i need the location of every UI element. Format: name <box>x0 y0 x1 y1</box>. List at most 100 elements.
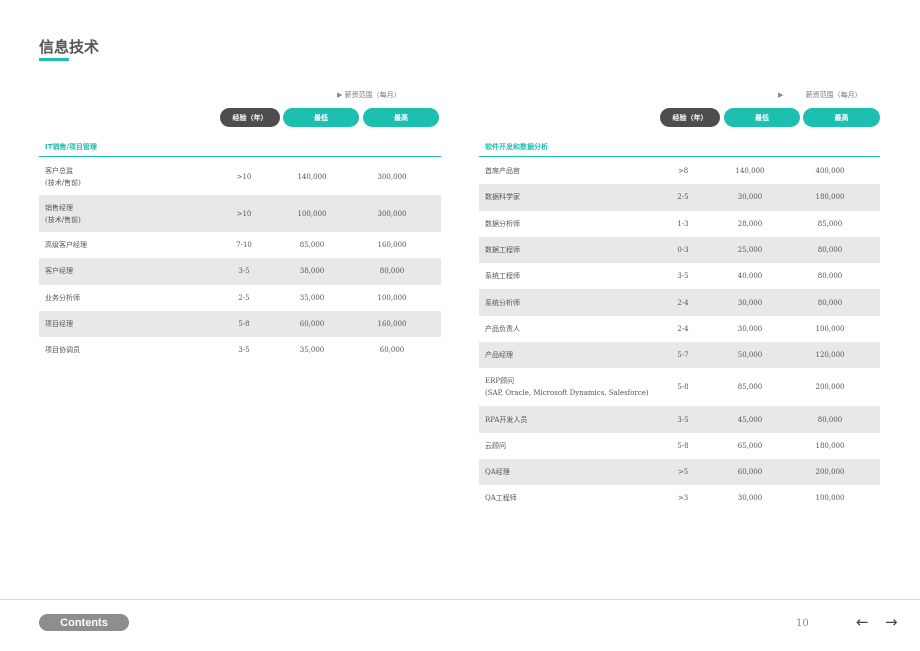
max-salary: 200,000 <box>815 383 845 392</box>
job-title: 数据工程师 <box>485 246 520 255</box>
page-number: 10 <box>796 618 809 629</box>
table-row: 首席产品官 >8 140,000 400,000 <box>479 158 880 184</box>
max-salary: 80,000 <box>817 298 843 307</box>
arrow-left-icon[interactable]: ← <box>856 614 869 631</box>
triangle-right-icon: ▶ <box>778 91 784 99</box>
max-salary: 85,000 <box>817 219 843 228</box>
table-row: RPA开发人员 3-5 45,000 80,000 <box>479 406 880 433</box>
experience-value: >10 <box>236 209 252 218</box>
max-salary: 80,000 <box>817 272 843 281</box>
table-row: 云顾问 5-8 65,000 180,000 <box>479 433 880 459</box>
triangle-right-icon: ▶ <box>337 91 343 99</box>
salary-range-note: ▶ 薪资范围（每月） <box>778 90 862 100</box>
min-salary: 30,000 <box>737 324 763 333</box>
table-body: 首席产品官 >8 140,000 400,000 数据科学家 2-5 30,000 180,0… <box>479 158 880 512</box>
job-title: 销售经理 (技术/售前) <box>45 203 81 224</box>
table-row: 数据科学家 2-5 30,000 180,000 <box>479 184 880 211</box>
experience-value: 7-10 <box>236 241 252 250</box>
experience-value: 5-8 <box>238 320 250 329</box>
max-salary: 80,000 <box>817 246 843 255</box>
min-salary: 50,000 <box>737 351 763 360</box>
min-salary: 140,000 <box>297 172 327 181</box>
max-header: 最高 <box>363 108 439 127</box>
job-title: 系统工程师 <box>485 272 520 281</box>
min-salary: 35,000 <box>299 346 325 355</box>
experience-value: 2-5 <box>677 193 689 202</box>
experience-value: >3 <box>677 494 689 503</box>
salary-range-note: ▶ 薪资范围（每月） <box>337 90 401 100</box>
footer-divider <box>0 599 920 600</box>
experience-value: 2-4 <box>677 298 689 307</box>
max-salary: 300,000 <box>377 209 407 218</box>
min-salary: 65,000 <box>737 441 763 450</box>
job-title: 产品经理 <box>485 351 513 360</box>
experience-value: 2-5 <box>238 293 250 302</box>
max-salary: 120,000 <box>815 351 845 360</box>
min-salary: 60,000 <box>737 468 763 477</box>
table-row: 客户总监 (技术/售前) >10 140,000 300,000 <box>39 158 441 195</box>
table-row: QA工程师 >3 30,000 100,000 <box>479 485 880 511</box>
min-salary: 40,000 <box>737 272 763 281</box>
experience-header: 经验（年） <box>220 108 280 127</box>
min-salary: 85,000 <box>737 383 763 392</box>
table-row: 数据分析师 1-3 28,000 85,000 <box>479 211 880 237</box>
min-salary: 60,000 <box>299 320 325 329</box>
min-salary: 28,000 <box>737 219 763 228</box>
max-salary: 300,000 <box>377 172 407 181</box>
contents-button[interactable]: Contents <box>39 614 129 631</box>
arrow-right-icon[interactable]: → <box>885 614 898 631</box>
experience-value: 0-3 <box>677 246 689 255</box>
min-salary: 30,000 <box>737 298 763 307</box>
max-salary: 200,000 <box>815 468 845 477</box>
min-salary: 35,000 <box>299 293 325 302</box>
job-title: 客户总监 (技术/售前) <box>45 166 81 187</box>
table-row: 产品负责人 2-4 30,000 100,000 <box>479 316 880 342</box>
min-header: 最低 <box>724 108 800 127</box>
job-title: QA经理 <box>485 468 510 477</box>
table-row: 销售经理 (技术/售前) >10 100,000 300,000 <box>39 195 441 232</box>
table-body: 客户总监 (技术/售前) >10 140,000 300,000 销售经理 (技术/售前) >… <box>39 158 441 363</box>
experience-value: >5 <box>677 468 689 477</box>
experience-value: 2-4 <box>677 324 689 333</box>
experience-value: 3-5 <box>238 346 250 355</box>
min-salary: 45,000 <box>737 415 763 424</box>
min-salary: 25,000 <box>737 246 763 255</box>
experience-value: >8 <box>677 167 689 176</box>
table-row: 高级客户经理 7-10 85,000 160,000 <box>39 232 441 258</box>
section-title: 软件开发和数据分析 <box>485 143 548 151</box>
table-row: 项目协调员 3-5 35,000 60,000 <box>39 337 441 363</box>
experience-value: 3-5 <box>238 267 250 276</box>
job-title: QA工程师 <box>485 494 517 503</box>
max-salary: 100,000 <box>815 324 845 333</box>
max-salary: 160,000 <box>377 241 407 250</box>
table-row: ERP顾问 (SAP, Oracle, Microsoft Dynamics, S… <box>479 368 880 406</box>
max-salary: 60,000 <box>379 346 405 355</box>
min-header: 最低 <box>283 108 359 127</box>
job-title: 系统分析师 <box>485 298 520 307</box>
job-title: 客户经理 <box>45 267 73 276</box>
table-row: 系统分析师 2-4 30,000 80,000 <box>479 289 880 316</box>
title-underline <box>39 58 69 61</box>
salary-range-label: 薪资范围（每月） <box>344 91 401 99</box>
job-title: ERP顾问 (SAP, Oracle, Microsoft Dynamics, S… <box>485 377 649 398</box>
job-title: 项目经理 <box>45 320 73 329</box>
max-salary: 180,000 <box>815 193 845 202</box>
max-salary: 100,000 <box>815 494 845 503</box>
section-header: IT销售/项目管理 <box>39 141 441 157</box>
experience-value: 5-8 <box>677 383 689 392</box>
experience-value: >10 <box>236 172 252 181</box>
max-salary: 180,000 <box>815 441 845 450</box>
max-salary: 80,000 <box>817 415 843 424</box>
max-header: 最高 <box>803 108 880 127</box>
job-title: 高级客户经理 <box>45 241 87 250</box>
max-salary: 160,000 <box>377 320 407 329</box>
job-title: 数据分析师 <box>485 219 520 228</box>
min-salary: 140,000 <box>735 167 765 176</box>
min-salary: 30,000 <box>737 494 763 503</box>
table-row: 产品经理 5-7 50,000 120,000 <box>479 342 880 369</box>
table-row: 系统工程师 3-5 40,000 80,000 <box>479 263 880 289</box>
page-title: 信息技术 <box>39 38 100 56</box>
max-salary: 400,000 <box>815 167 845 176</box>
section-header: 软件开发和数据分析 <box>479 141 880 157</box>
job-title: 项目协调员 <box>45 346 80 355</box>
